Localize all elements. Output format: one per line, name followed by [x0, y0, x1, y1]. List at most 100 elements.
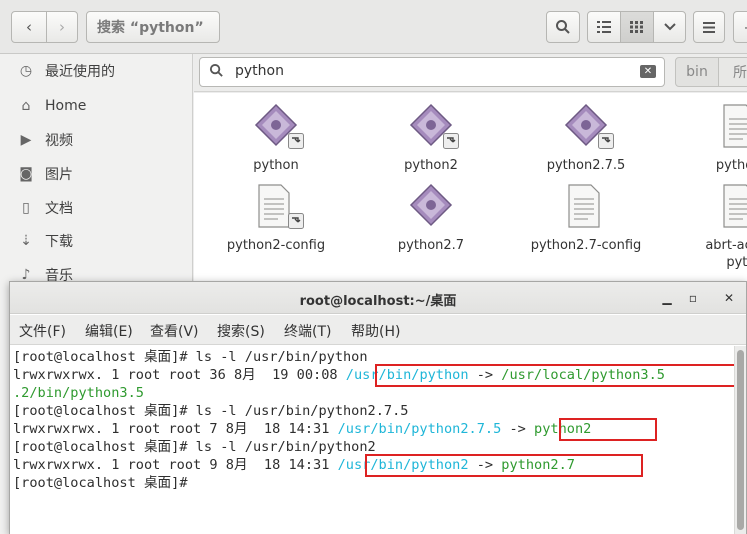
grid-icon: [630, 21, 643, 33]
terminal-title: root@localhost:~/桌面: [299, 294, 457, 309]
sidebar-item-label: 图片: [45, 167, 73, 183]
document-icon: [681, 103, 747, 151]
terminal-prompt: [root@localhost 桌面]#: [13, 475, 196, 491]
sidebar-item-label: 视频: [45, 133, 73, 149]
sidebar-item-downloads[interactable]: ⇣ 下载: [0, 226, 193, 256]
sidebar-item-label: 文档: [45, 201, 73, 217]
maximize-button[interactable]: ▫: [684, 289, 702, 307]
terminal-line: .2/bin/python3.5: [13, 385, 144, 401]
search-location-button[interactable]: 搜索 “python”: [86, 11, 220, 43]
video-icon: ▶: [20, 132, 32, 148]
document-icon: [681, 183, 747, 231]
document-icon: ▯: [22, 200, 30, 216]
list-icon: [597, 21, 611, 33]
sidebar-item-documents[interactable]: ▯ 文档: [0, 193, 193, 223]
grid-view-button[interactable]: [620, 11, 654, 43]
search-location-label: 搜索 “python”: [97, 20, 204, 36]
file-item[interactable]: python2.7: [371, 183, 491, 254]
menu-terminal[interactable]: 终端(T): [284, 321, 331, 341]
forward-button[interactable]: ›: [46, 11, 78, 43]
minimize-icon: ▁: [662, 291, 672, 305]
search-toggle-button[interactable]: [546, 11, 580, 43]
file-manager-header: ‹ › 搜索 “python” –: [0, 0, 747, 54]
listing-prefix: lrwxrwxrwx. 1 root root 9 8月 18 14:31: [13, 457, 338, 473]
sidebar-item-home[interactable]: ⌂ Home: [0, 91, 193, 121]
terminal-line: lrwxrwxrwx. 1 root root 7 8月 18 14:31 /u…: [13, 420, 591, 438]
scrollbar-thumb[interactable]: [737, 350, 744, 530]
file-item[interactable]: python: [216, 103, 336, 174]
symlink-path: /usr/bin/python2.7.5: [337, 421, 502, 437]
file-name: python2.7-config: [530, 238, 642, 253]
terminal-line: [root@localhost 桌面]# ls -l /usr/bin/pyth…: [13, 439, 376, 455]
executable-icon: [371, 103, 491, 151]
download-icon: ⇣: [20, 233, 32, 249]
chevron-down-icon: [663, 23, 676, 31]
sidebar-item-pictures[interactable]: ◙ 图片: [0, 159, 193, 189]
file-item[interactable]: python2-config: [216, 183, 336, 254]
search-input[interactable]: python ✕: [199, 57, 665, 87]
file-name: python2.7: [397, 238, 465, 253]
screen: ‹ › 搜索 “python” – ◷ 最近使用的 ⌂ Home ▶ 视频 ◙ 图片 ▯…: [0, 0, 747, 534]
listing-prefix: lrwxrwxrwx. 1 root root 7 8月 18 14:31: [13, 421, 338, 437]
sidebar-item-videos[interactable]: ▶ 视频: [0, 125, 193, 155]
terminal-window: root@localhost:~/桌面 ▁ ▫ ✕ 文件(F) 编辑(E) 查看…: [9, 281, 747, 534]
search-input-value: python: [235, 63, 284, 79]
executable-icon: [526, 103, 646, 151]
file-item[interactable]: python2.7-config: [526, 183, 646, 254]
close-button[interactable]: ✕: [720, 289, 738, 307]
minimize-button[interactable]: ▁: [658, 289, 676, 307]
list-view-button[interactable]: [587, 11, 621, 43]
document-icon: [526, 183, 646, 231]
location-chip-label: bin: [686, 64, 708, 80]
sidebar-item-recent[interactable]: ◷ 最近使用的: [0, 56, 193, 86]
terminal-line: [root@localhost 桌面]# ls -l /usr/bin/pyth…: [13, 403, 409, 419]
chevron-right-icon: ›: [59, 18, 65, 36]
terminal-line: [root@localhost 桌面]# ls -l /usr/bin/pyth…: [13, 349, 368, 365]
highlight-box: [559, 418, 657, 441]
file-item[interactable]: python-: [681, 103, 747, 174]
highlight-box: [365, 454, 643, 477]
back-button[interactable]: ‹: [11, 11, 47, 43]
location-chip-label: 所: [733, 65, 747, 81]
close-icon: ✕: [723, 291, 735, 305]
executable-icon: [371, 183, 491, 231]
sidebar-item-label: 下载: [45, 234, 73, 250]
highlight-box: [375, 364, 737, 387]
search-icon: [209, 63, 223, 77]
file-name: python: [253, 158, 299, 173]
view-options-button[interactable]: [653, 11, 686, 43]
menu-search[interactable]: 搜索(S): [217, 321, 265, 341]
location-chip-bin[interactable]: bin: [675, 57, 719, 87]
file-name: python2.7.5: [546, 158, 626, 173]
menu-help[interactable]: 帮助(H): [351, 321, 400, 341]
executable-icon: [216, 103, 336, 151]
camera-icon: ◙: [19, 166, 33, 182]
search-icon: [556, 20, 570, 34]
sidebar-item-label: 最近使用的: [45, 64, 115, 80]
hamburger-icon: [703, 21, 715, 33]
menu-view[interactable]: 查看(V): [150, 321, 199, 341]
menu-file[interactable]: 文件(F): [19, 321, 66, 341]
location-chip-all[interactable]: 所: [718, 57, 747, 87]
file-name: python2-config: [226, 238, 326, 253]
symlink-arrow: ->: [501, 421, 535, 437]
listing-prefix: lrwxrwxrwx. 1 root root 36 8月 19 00:08: [13, 367, 346, 383]
menu-button[interactable]: [693, 11, 725, 43]
terminal-output[interactable]: [root@localhost 桌面]# ls -l /usr/bin/pyth…: [10, 346, 737, 534]
terminal-menubar: 文件(F) 编辑(E) 查看(V) 搜索(S) 终端(T) 帮助(H): [10, 315, 746, 345]
terminal-scrollbar[interactable]: [734, 346, 746, 534]
menu-edit[interactable]: 编辑(E): [85, 321, 133, 341]
clock-icon: ◷: [19, 63, 33, 79]
search-bar: python ✕ bin 所: [194, 54, 747, 92]
file-name: python-: [715, 158, 747, 173]
file-name: abrt-actionpyth: [705, 238, 747, 270]
file-item[interactable]: python2: [371, 103, 491, 174]
document-icon: [216, 183, 336, 231]
file-name: python2: [404, 158, 458, 173]
clear-icon[interactable]: ✕: [640, 65, 656, 78]
file-item[interactable]: abrt-actionpyth: [681, 183, 747, 271]
file-item[interactable]: python2.7.5: [526, 103, 646, 174]
chevron-left-icon: ‹: [26, 18, 32, 36]
terminal-titlebar: root@localhost:~/桌面 ▁ ▫ ✕: [10, 282, 746, 314]
window-minimize-button[interactable]: –: [733, 11, 747, 43]
